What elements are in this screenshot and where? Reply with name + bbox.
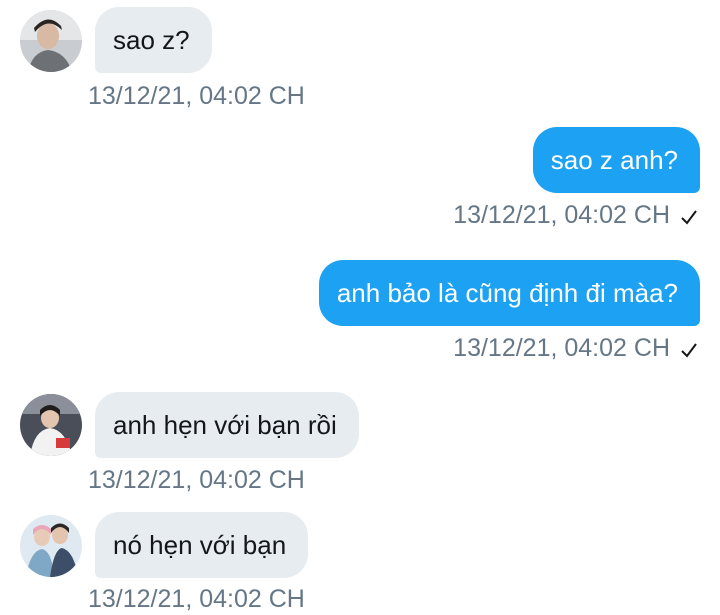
message-incoming: sao z? 13/12/21, 04:02 CH — [0, 0, 720, 115]
message-bubble[interactable]: nó hẹn với bạn — [95, 512, 309, 578]
message-timestamp: 13/12/21, 04:02 CH — [453, 333, 698, 366]
timestamp-text: 13/12/21, 04:02 CH — [453, 334, 670, 362]
message-timestamp: 13/12/21, 04:02 CH — [88, 82, 305, 110]
sender-avatar[interactable] — [20, 394, 82, 456]
message-incoming: anh hẹn với bạn rồi 13/12/21, 04:02 CH — [0, 386, 720, 501]
message-outgoing: anh bảo là cũng định đi màa? 13/12/21, 0… — [0, 253, 720, 368]
message-bubble[interactable]: anh hẹn với bạn rồi — [95, 392, 359, 458]
message-outgoing: sao z anh? 13/12/21, 04:02 CH — [0, 120, 720, 235]
timestamp-text: 13/12/21, 04:02 CH — [453, 201, 670, 229]
message-incoming: nó hẹn với bạn 13/12/21, 04:02 CH — [0, 505, 720, 615]
checkmark-icon — [680, 336, 698, 366]
checkmark-icon — [680, 203, 698, 233]
message-bubble[interactable]: sao z? — [95, 7, 212, 73]
message-timestamp: 13/12/21, 04:02 CH — [88, 585, 305, 613]
sender-avatar[interactable] — [20, 515, 82, 577]
message-bubble[interactable]: anh bảo là cũng định đi màa? — [318, 260, 700, 326]
message-timestamp: 13/12/21, 04:02 CH — [88, 466, 305, 494]
message-timestamp: 13/12/21, 04:02 CH — [453, 200, 698, 233]
message-bubble[interactable]: sao z anh? — [532, 127, 700, 193]
sender-avatar[interactable] — [20, 10, 82, 72]
